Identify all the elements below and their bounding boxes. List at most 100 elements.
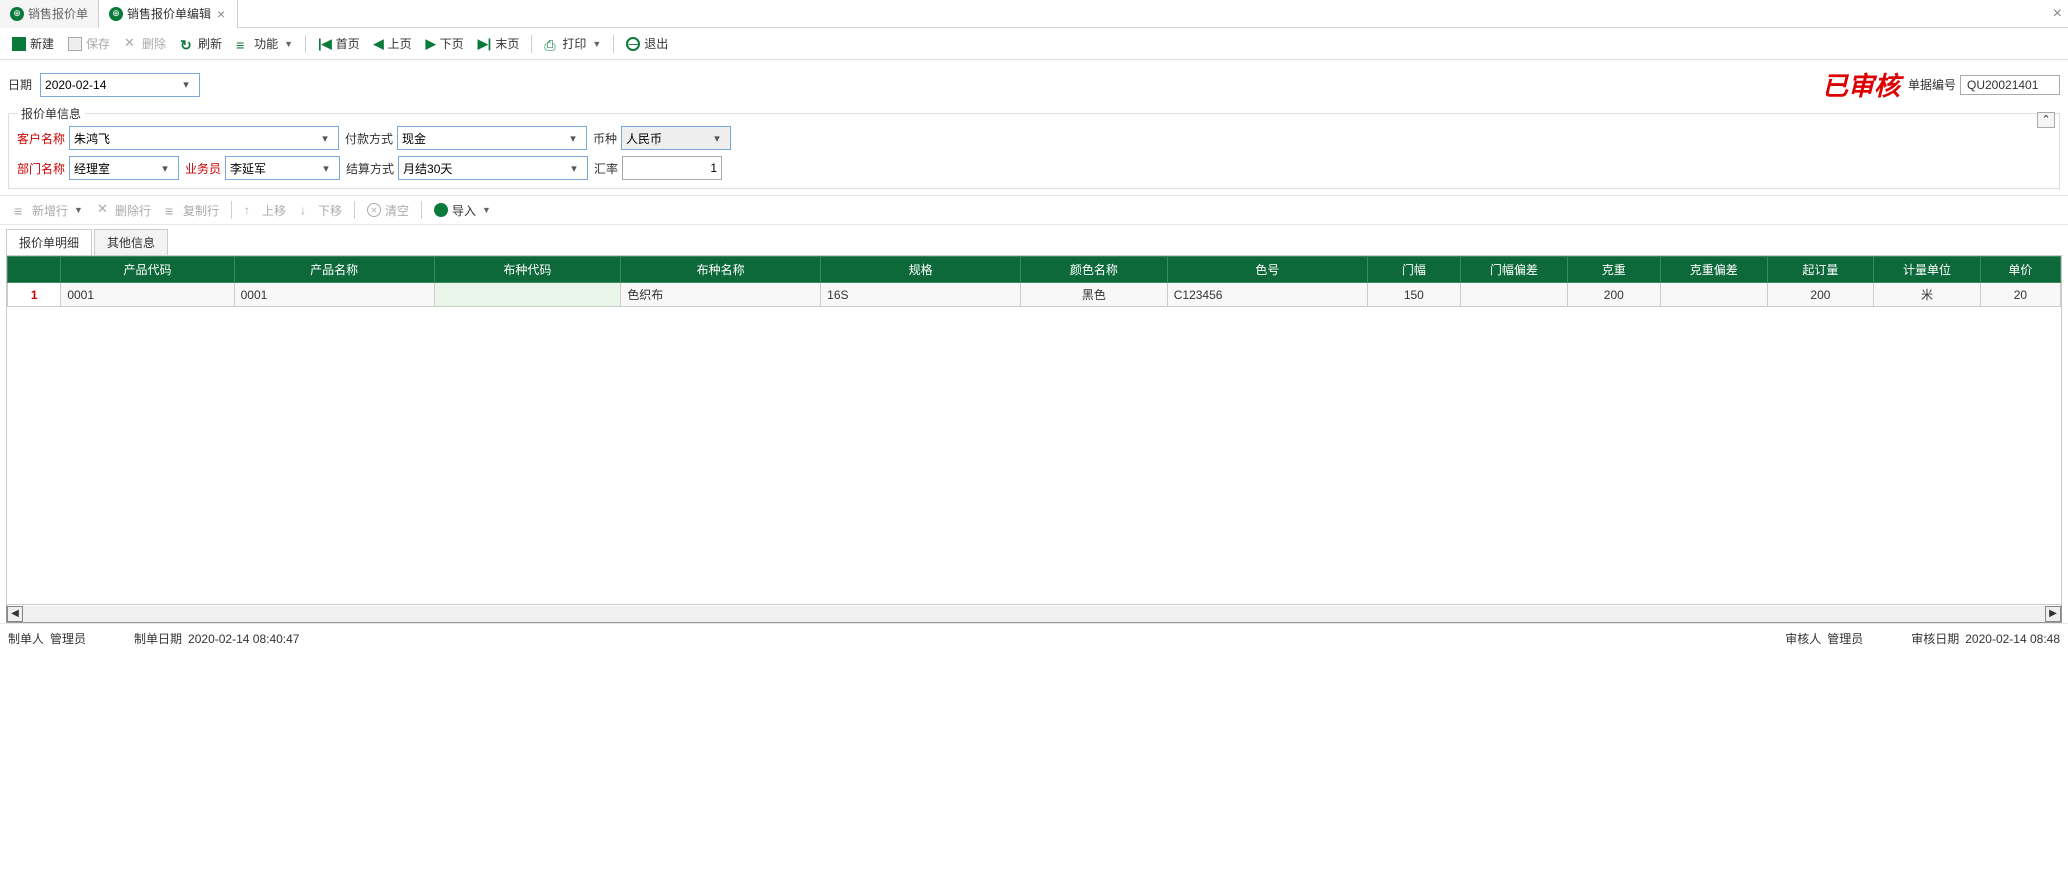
separator bbox=[354, 201, 355, 219]
col-weight-dev[interactable]: 克重偏差 bbox=[1660, 257, 1767, 283]
col-prod-name[interactable]: 产品名称 bbox=[234, 257, 434, 283]
tab-quote-edit[interactable]: ⊕ 销售报价单编辑 × bbox=[99, 0, 238, 28]
clear-label: 清空 bbox=[385, 202, 409, 219]
cell-unit[interactable]: 米 bbox=[1874, 283, 1981, 307]
detail-tabs: 报价单明细 其他信息 bbox=[0, 225, 2068, 255]
cell-prod-code[interactable]: 0001 bbox=[61, 283, 234, 307]
cell-price[interactable]: 20 bbox=[1980, 283, 2060, 307]
clear-button[interactable]: 清空 bbox=[361, 200, 415, 221]
detail-grid[interactable]: 产品代码 产品名称 布种代码 布种名称 规格 颜色名称 色号 门幅 门幅偏差 克… bbox=[6, 255, 2062, 605]
col-color-name[interactable]: 颜色名称 bbox=[1021, 257, 1168, 283]
col-rownum[interactable] bbox=[8, 257, 61, 283]
close-icon[interactable]: × bbox=[215, 6, 227, 22]
prev-label: 上页 bbox=[388, 35, 412, 52]
col-prod-code[interactable]: 产品代码 bbox=[61, 257, 234, 283]
col-cloth-name[interactable]: 布种名称 bbox=[621, 257, 821, 283]
customer-input[interactable] bbox=[70, 127, 316, 149]
cell-weight[interactable]: 200 bbox=[1567, 283, 1660, 307]
currency-field[interactable]: ▾ bbox=[621, 126, 731, 150]
first-label: 首页 bbox=[336, 35, 360, 52]
col-moq[interactable]: 起订量 bbox=[1767, 257, 1874, 283]
first-page-button[interactable]: |◀ 首页 bbox=[312, 33, 366, 54]
arrow-down-icon bbox=[300, 203, 314, 217]
sales-input[interactable] bbox=[226, 157, 317, 179]
cell-rownum[interactable]: 1 bbox=[8, 283, 61, 307]
exit-button[interactable]: 退出 bbox=[620, 33, 674, 54]
function-button[interactable]: 功能 ▼ bbox=[230, 33, 299, 54]
last-label: 末页 bbox=[495, 35, 519, 52]
chevron-down-icon[interactable]: ▾ bbox=[156, 162, 174, 175]
next-page-button[interactable]: ▶ 下页 bbox=[420, 33, 470, 54]
col-price[interactable]: 单价 bbox=[1980, 257, 2060, 283]
sales-field[interactable]: ▾ bbox=[225, 156, 340, 180]
cell-cloth-code[interactable] bbox=[434, 283, 621, 307]
close-all-icon[interactable]: × bbox=[2053, 5, 2062, 23]
import-button[interactable]: 导入 ▼ bbox=[428, 200, 497, 221]
cell-color-no[interactable]: C123456 bbox=[1167, 283, 1367, 307]
scroll-track[interactable] bbox=[23, 606, 2045, 622]
rate-input[interactable] bbox=[622, 156, 722, 180]
dept-input[interactable] bbox=[70, 157, 156, 179]
new-button[interactable]: 新建 bbox=[6, 33, 60, 54]
move-up-button[interactable]: 上移 bbox=[238, 200, 292, 221]
cell-width-dev[interactable] bbox=[1461, 283, 1568, 307]
col-width-dev[interactable]: 门幅偏差 bbox=[1461, 257, 1568, 283]
separator bbox=[613, 35, 614, 53]
refresh-button[interactable]: 刷新 bbox=[174, 33, 228, 54]
copy-row-button[interactable]: 复制行 bbox=[159, 200, 225, 221]
cell-weight-dev[interactable] bbox=[1660, 283, 1767, 307]
chevron-down-icon[interactable]: ▾ bbox=[565, 162, 583, 175]
delete-label: 删除 bbox=[142, 35, 166, 52]
scroll-right-button[interactable]: ▶ bbox=[2045, 606, 2061, 622]
creator-label: 制单人 bbox=[8, 630, 44, 647]
col-spec[interactable]: 规格 bbox=[821, 257, 1021, 283]
cell-prod-name[interactable]: 0001 bbox=[234, 283, 434, 307]
quote-info-panel: 报价单信息 ⌃ 客户名称 ▾ 付款方式 ▾ 币种 ▾ 部门名称 bbox=[8, 113, 2060, 189]
scroll-left-button[interactable]: ◀ bbox=[7, 606, 23, 622]
prev-page-button[interactable]: ◀ 上页 bbox=[368, 33, 418, 54]
delete-button[interactable]: 删除 bbox=[118, 33, 172, 54]
dept-field[interactable]: ▾ bbox=[69, 156, 179, 180]
add-row-button[interactable]: 新增行 ▼ bbox=[8, 200, 89, 221]
tab-detail[interactable]: 报价单明细 bbox=[6, 229, 92, 255]
chevron-down-icon: ▼ bbox=[592, 39, 601, 49]
settle-input[interactable] bbox=[399, 157, 565, 179]
last-page-button[interactable]: ▶| 末页 bbox=[472, 33, 526, 54]
tab-quote-list[interactable]: ⊕ 销售报价单 bbox=[0, 0, 99, 28]
collapse-button[interactable]: ⌃ bbox=[2037, 112, 2055, 128]
chevron-down-icon[interactable]: ▾ bbox=[708, 132, 726, 145]
payment-field[interactable]: ▾ bbox=[397, 126, 587, 150]
col-unit[interactable]: 计量单位 bbox=[1874, 257, 1981, 283]
date-field[interactable]: ▾ bbox=[40, 73, 200, 97]
print-button[interactable]: 打印 ▼ bbox=[538, 33, 607, 54]
status-footer: 制单人 管理员 制单日期 2020-02-14 08:40:47 审核人 管理员… bbox=[0, 623, 2068, 653]
customer-field[interactable]: ▾ bbox=[69, 126, 339, 150]
chevron-down-icon: ▼ bbox=[482, 205, 491, 215]
cell-cloth-name[interactable]: 色织布 bbox=[621, 283, 821, 307]
cell-moq[interactable]: 200 bbox=[1767, 283, 1874, 307]
col-color-no[interactable]: 色号 bbox=[1167, 257, 1367, 283]
document-tabs: ⊕ 销售报价单 ⊕ 销售报价单编辑 × × bbox=[0, 0, 2068, 28]
cell-width[interactable]: 150 bbox=[1367, 283, 1460, 307]
cell-spec[interactable]: 16S bbox=[821, 283, 1021, 307]
exit-label: 退出 bbox=[644, 35, 668, 52]
table-row[interactable]: 1 0001 0001 色织布 16S 黑色 C123456 150 200 2… bbox=[8, 283, 2061, 307]
col-width[interactable]: 门幅 bbox=[1367, 257, 1460, 283]
settle-field[interactable]: ▾ bbox=[398, 156, 588, 180]
chevron-down-icon[interactable]: ▾ bbox=[317, 162, 335, 175]
cell-color-name[interactable]: 黑色 bbox=[1021, 283, 1168, 307]
save-button[interactable]: 保存 bbox=[62, 33, 116, 54]
delete-row-button[interactable]: 删除行 bbox=[91, 200, 157, 221]
col-cloth-code[interactable]: 布种代码 bbox=[434, 257, 621, 283]
date-input[interactable] bbox=[41, 74, 177, 96]
col-weight[interactable]: 克重 bbox=[1567, 257, 1660, 283]
tab-other[interactable]: 其他信息 bbox=[94, 229, 168, 255]
chevron-down-icon[interactable]: ▾ bbox=[177, 78, 195, 91]
chevron-down-icon[interactable]: ▾ bbox=[564, 132, 582, 145]
grid-header-row: 产品代码 产品名称 布种代码 布种名称 规格 颜色名称 色号 门幅 门幅偏差 克… bbox=[8, 257, 2061, 283]
creator-value: 管理员 bbox=[50, 630, 86, 647]
horizontal-scrollbar[interactable]: ◀ ▶ bbox=[6, 605, 2062, 623]
chevron-down-icon[interactable]: ▾ bbox=[316, 132, 334, 145]
move-down-button[interactable]: 下移 bbox=[294, 200, 348, 221]
payment-input[interactable] bbox=[398, 127, 564, 149]
